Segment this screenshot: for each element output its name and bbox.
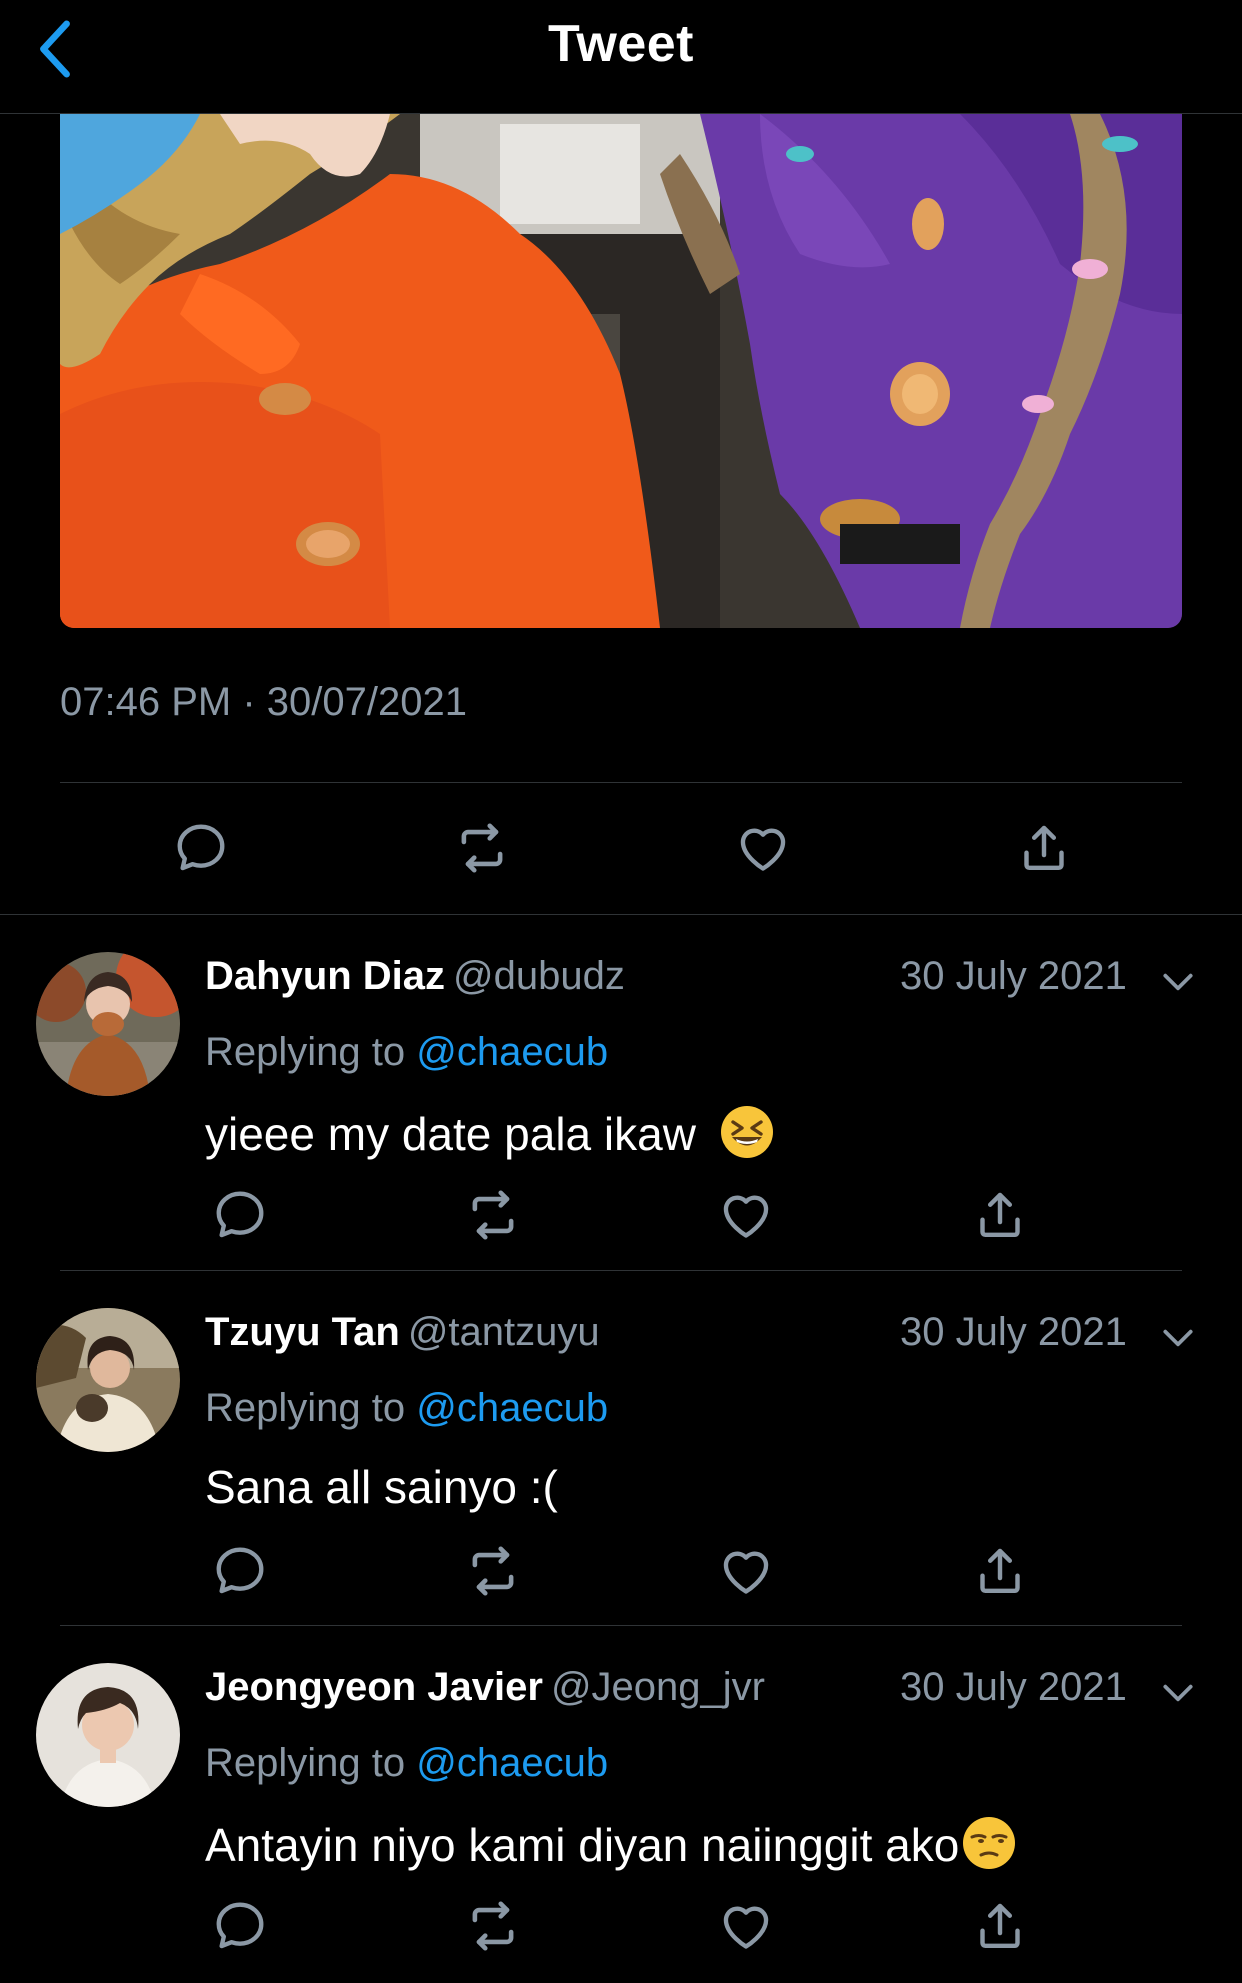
divider <box>0 914 1242 915</box>
reply-text: Sana all sainyo :( <box>205 1460 558 1514</box>
share-icon <box>1016 820 1072 876</box>
display-name[interactable]: Jeongyeon Javier <box>205 1665 543 1709</box>
reply-body: Antayin niyo kami diyan naiinggit ako <box>205 1819 960 1871</box>
avatar[interactable] <box>36 1308 180 1452</box>
like-icon <box>717 1897 775 1955</box>
reply-date: 30 July 2021 <box>900 1665 1127 1709</box>
replying-to-line: Replying to @chaecub <box>205 1386 608 1431</box>
like-button[interactable] <box>711 1891 781 1961</box>
reply-button[interactable] <box>205 1536 275 1606</box>
replying-to-label: Replying to <box>205 1741 406 1785</box>
retweet-icon <box>464 1897 522 1955</box>
reply-button[interactable] <box>205 1180 275 1250</box>
reply-text: yieee my date pala ikaw <box>205 1104 775 1161</box>
retweet-button[interactable] <box>442 808 522 888</box>
like-icon <box>717 1542 775 1600</box>
reply-icon <box>211 1186 269 1244</box>
chevron-down-icon <box>1159 1674 1197 1712</box>
retweet-icon <box>453 819 511 877</box>
share-icon <box>972 1898 1028 1954</box>
reply-tweet[interactable]: Dahyun Diaz @dubudz 30 July 2021 Replying… <box>0 952 1242 1272</box>
user-handle[interactable]: @tantzuyu <box>408 1310 600 1354</box>
reply-button[interactable] <box>161 808 241 888</box>
retweet-icon <box>464 1186 522 1244</box>
reply-tweet[interactable]: Tzuyu Tan @tantzuyu 30 July 2021 Replying… <box>0 1308 1242 1628</box>
chevron-down-icon <box>1159 1319 1197 1357</box>
reply-text: Antayin niyo kami diyan naiinggit ako <box>205 1815 1017 1872</box>
share-button[interactable] <box>965 1891 1035 1961</box>
more-options-button[interactable] <box>1158 962 1198 1002</box>
avatar[interactable] <box>36 1663 180 1807</box>
share-icon <box>972 1543 1028 1599</box>
reply-button[interactable] <box>205 1891 275 1961</box>
reply-body: Sana all sainyo :( <box>205 1461 558 1513</box>
divider <box>60 782 1182 783</box>
more-options-button[interactable] <box>1158 1318 1198 1358</box>
like-button[interactable] <box>711 1536 781 1606</box>
reply-icon <box>172 819 230 877</box>
share-button[interactable] <box>965 1180 1035 1250</box>
reply-date: 30 July 2021 <box>900 1310 1127 1354</box>
retweet-icon <box>464 1542 522 1600</box>
avatar[interactable] <box>36 952 180 1096</box>
mention-link[interactable]: @chaecub <box>416 1386 608 1430</box>
page-title: Tweet <box>547 15 694 73</box>
tweet-action-bar <box>60 808 1182 888</box>
more-options-button[interactable] <box>1158 1673 1198 1713</box>
chevron-down-icon <box>1159 963 1197 1001</box>
share-icon <box>972 1187 1028 1243</box>
header-bar: Tweet <box>0 0 1242 114</box>
reply-body: yieee my date pala ikaw <box>205 1108 696 1160</box>
unamused-face-icon <box>963 1817 1016 1869</box>
grinning-squinting-face-icon <box>720 1106 773 1158</box>
replying-to-label: Replying to <box>205 1030 406 1074</box>
retweet-button[interactable] <box>458 1536 528 1606</box>
replying-to-line: Replying to @chaecub <box>205 1030 608 1075</box>
replying-to-line: Replying to @chaecub <box>205 1741 608 1786</box>
share-button[interactable] <box>965 1536 1035 1606</box>
like-button[interactable] <box>711 1180 781 1250</box>
reply-icon <box>211 1897 269 1955</box>
mention-link[interactable]: @chaecub <box>416 1741 608 1785</box>
tweet-media-image[interactable] <box>60 114 1182 628</box>
divider <box>60 1270 1182 1271</box>
user-handle[interactable]: @dubudz <box>453 954 625 998</box>
display-name[interactable]: Dahyun Diaz <box>205 954 445 998</box>
reply-tweet[interactable]: Jeongyeon Javier @Jeong_jvr 30 July 2021 … <box>0 1663 1242 1983</box>
reply-action-bar <box>205 1891 1025 1961</box>
reply-date: 30 July 2021 <box>900 954 1127 998</box>
like-icon <box>717 1186 775 1244</box>
mention-link[interactable]: @chaecub <box>416 1030 608 1074</box>
display-name[interactable]: Tzuyu Tan <box>205 1310 400 1354</box>
like-icon <box>734 819 792 877</box>
retweet-button[interactable] <box>458 1891 528 1961</box>
photo-illustration <box>60 114 1182 628</box>
replying-to-label: Replying to <box>205 1386 406 1430</box>
reply-action-bar <box>205 1536 1025 1606</box>
tweet-timestamp[interactable]: 07:46 PM · 30/07/2021 <box>60 680 467 725</box>
like-button[interactable] <box>723 808 803 888</box>
retweet-button[interactable] <box>458 1180 528 1250</box>
share-button[interactable] <box>1004 808 1084 888</box>
reply-icon <box>211 1542 269 1600</box>
reply-action-bar <box>205 1180 1025 1250</box>
user-handle[interactable]: @Jeong_jvr <box>551 1665 765 1709</box>
divider <box>60 1625 1182 1626</box>
